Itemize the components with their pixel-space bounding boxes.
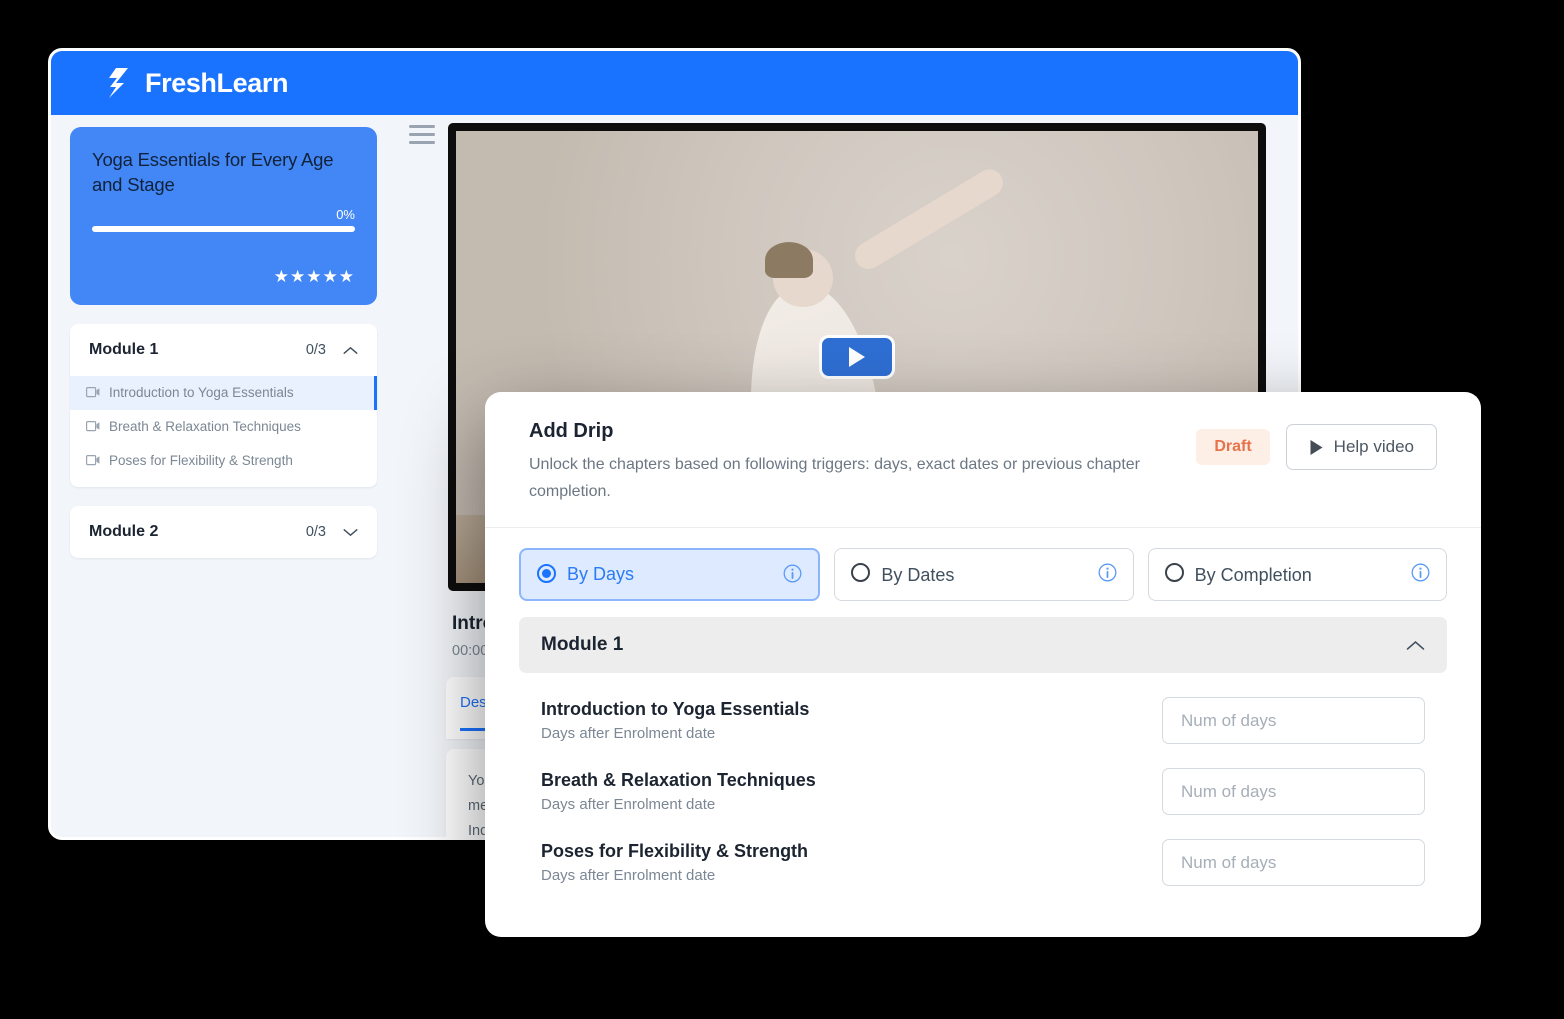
poster-figure-arm <box>850 163 1009 274</box>
chapter-label: Poses for Flexibility & Strength <box>109 453 293 468</box>
module-header-2[interactable]: Module 2 0/3 <box>70 506 377 558</box>
modal-header-text: Add Drip Unlock the chapters based on fo… <box>529 420 1196 505</box>
module-name: Module 1 <box>89 341 159 358</box>
drip-module-name: Module 1 <box>541 634 624 655</box>
course-progress: 0% <box>92 208 355 232</box>
chevron-up-icon[interactable] <box>343 346 358 355</box>
chevron-down-icon[interactable] <box>343 528 358 537</box>
hamburger-line <box>409 133 435 136</box>
play-triangle-icon <box>1310 439 1323 455</box>
brand-name: FreshLearn <box>145 67 289 98</box>
modal-header-actions: Draft Help video <box>1196 420 1437 470</box>
drip-module-section: Module 1 Introduction to Yoga Essentials… <box>485 617 1481 886</box>
modal-title: Add Drip <box>529 420 614 442</box>
status-badge: Draft <box>1196 429 1270 465</box>
drip-chapter-sub: Days after Enrolment date <box>541 796 716 813</box>
video-icon <box>86 387 100 398</box>
progress-bar-track <box>92 226 355 232</box>
module-card: Module 2 0/3 <box>70 506 377 558</box>
drip-chapter-name: Introduction to Yoga Essentials <box>541 699 810 719</box>
course-title: Yoga Essentials for Every Age and Stage <box>92 149 334 195</box>
drip-chapter-name: Breath & Relaxation Techniques <box>541 770 816 790</box>
modal-header: Add Drip Unlock the chapters based on fo… <box>485 392 1481 528</box>
module-header-1[interactable]: Module 1 0/3 <box>70 324 377 376</box>
chevron-up-icon[interactable] <box>1406 640 1425 651</box>
module-progress-count: 0/3 <box>305 524 326 540</box>
drip-chapter-name: Poses for Flexibility & Strength <box>541 841 809 861</box>
play-triangle-icon <box>849 347 865 367</box>
num-of-days-input[interactable] <box>1162 697 1425 744</box>
info-icon[interactable] <box>783 564 802 583</box>
video-icon <box>86 421 100 432</box>
freshlearn-logo-icon <box>109 68 128 98</box>
module-card: Module 1 0/3 Introduction to Yoga Essent… <box>70 324 377 487</box>
hamburger-line <box>409 141 435 144</box>
video-icon <box>86 455 100 466</box>
screenshot-stage: FreshLearn Yoga Essentials for Every Age… <box>0 0 1564 1019</box>
hamburger-menu-icon[interactable] <box>409 125 435 147</box>
chapter-label: Breath & Relaxation Techniques <box>109 419 301 434</box>
trigger-label: By Days <box>567 564 635 584</box>
help-video-button[interactable]: Help video <box>1285 424 1437 470</box>
radio-button[interactable] <box>851 563 871 582</box>
help-video-label: Help video <box>1333 437 1414 456</box>
trigger-option-by-dates[interactable]: By Dates <box>834 548 1134 601</box>
lesson-timestamp: 00:00 <box>452 643 489 659</box>
drip-chapter-sub: Days after Enrolment date <box>541 725 716 742</box>
trigger-label: By Completion <box>1194 565 1312 585</box>
drip-row: Introduction to Yoga Essentials Days aft… <box>519 673 1447 744</box>
drip-row: Poses for Flexibility & Strength Days af… <box>519 815 1447 886</box>
chapter-item[interactable]: Breath & Relaxation Techniques <box>70 410 377 444</box>
trigger-option-by-days[interactable]: By Days <box>519 548 821 601</box>
chapter-label: Introduction to Yoga Essentials <box>109 385 294 400</box>
course-rating-stars: ★★★★★ <box>273 267 355 286</box>
module-progress-count: 0/3 <box>305 342 326 358</box>
info-icon[interactable] <box>1098 563 1117 582</box>
play-button[interactable] <box>819 335 895 379</box>
num-of-days-input[interactable] <box>1162 839 1425 886</box>
info-icon[interactable] <box>1411 563 1430 582</box>
radio-button[interactable] <box>537 564 556 583</box>
trigger-label: By Dates <box>881 565 955 585</box>
app-topbar: FreshLearn <box>51 51 1298 115</box>
hamburger-line <box>409 125 435 128</box>
drip-row-text: Introduction to Yoga Essentials Days aft… <box>541 699 1162 742</box>
chapter-list: Introduction to Yoga Essentials Breath &… <box>70 376 377 487</box>
chapter-item[interactable]: Introduction to Yoga Essentials <box>70 376 377 410</box>
module-name: Module 2 <box>89 523 159 540</box>
poster-figure-hair <box>764 241 813 278</box>
course-progress-card: Yoga Essentials for Every Age and Stage … <box>70 127 377 305</box>
drip-row-text: Poses for Flexibility & Strength Days af… <box>541 841 1162 884</box>
trigger-option-by-completion[interactable]: By Completion <box>1147 548 1447 601</box>
progress-percent-label: 0% <box>336 207 355 222</box>
radio-button[interactable] <box>1164 563 1184 582</box>
add-drip-modal: Add Drip Unlock the chapters based on fo… <box>485 392 1481 937</box>
drip-module-header[interactable]: Module 1 <box>519 617 1447 673</box>
drip-trigger-options: By Days By Dates By Completion <box>485 528 1481 617</box>
drip-chapter-sub: Days after Enrolment date <box>541 867 716 884</box>
drip-row: Breath & Relaxation Techniques Days afte… <box>519 744 1447 815</box>
drip-row-text: Breath & Relaxation Techniques Days afte… <box>541 770 1162 813</box>
num-of-days-input[interactable] <box>1162 768 1425 815</box>
chapter-item[interactable]: Poses for Flexibility & Strength <box>70 444 377 478</box>
modal-subtitle: Unlock the chapters based on following t… <box>529 456 1140 500</box>
sidebar: Yoga Essentials for Every Age and Stage … <box>51 115 396 837</box>
